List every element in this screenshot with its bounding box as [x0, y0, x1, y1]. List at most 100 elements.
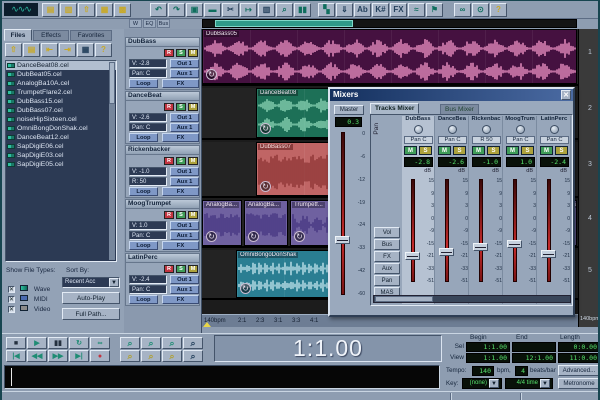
- output-button[interactable]: Out 1: [170, 59, 199, 68]
- solo-button[interactable]: S: [176, 157, 186, 165]
- stop-button[interactable]: ■: [6, 337, 26, 349]
- sel-begin-field[interactable]: 1:1.00: [466, 342, 510, 352]
- video-checkbox[interactable]: ✕: [8, 306, 15, 313]
- fx-button[interactable]: FX: [162, 187, 199, 196]
- pause-tool-button[interactable]: ▮▮: [294, 3, 311, 17]
- full-path-button[interactable]: Full Path...: [62, 308, 120, 320]
- fader-handle[interactable]: [439, 248, 454, 256]
- scrollbar-thumb[interactable]: [215, 20, 353, 27]
- record-arm-button[interactable]: R: [164, 49, 174, 57]
- drop-button[interactable]: ⇓: [336, 3, 353, 17]
- undo-button[interactable]: ↶: [150, 3, 167, 17]
- folder-up-button[interactable]: ⇧: [5, 43, 22, 57]
- pan-value[interactable]: Pan: C: [129, 285, 167, 294]
- loop-button[interactable]: Loop: [129, 79, 158, 88]
- marker-flag-button[interactable]: ⚑: [426, 3, 443, 17]
- file-item[interactable]: DubBass07.cel: [6, 106, 116, 115]
- fader-track[interactable]: [445, 179, 449, 282]
- fx-button[interactable]: FX: [162, 295, 199, 304]
- fx-button[interactable]: FX: [162, 133, 199, 142]
- steps-button[interactable]: ▚: [318, 3, 335, 17]
- record-arm-button[interactable]: R: [164, 157, 174, 165]
- solo-button[interactable]: S: [555, 146, 568, 155]
- tab-files[interactable]: Files: [4, 29, 32, 41]
- audio-ab-button[interactable]: Ab: [354, 3, 371, 17]
- meter-button[interactable]: ▥: [258, 3, 275, 17]
- folder-open-button[interactable]: ▤: [23, 43, 40, 57]
- view-end-field[interactable]: 12:1.00: [512, 353, 556, 363]
- loop-button[interactable]: Loop: [129, 241, 158, 250]
- fader-handle[interactable]: [507, 240, 522, 248]
- rack-button-vol[interactable]: Vol: [374, 227, 400, 238]
- scrollbar-thumb[interactable]: [375, 296, 433, 302]
- clip-view-button[interactable]: ▬: [204, 3, 221, 17]
- record-arm-button[interactable]: R: [164, 211, 174, 219]
- metronome-button[interactable]: Metronome: [558, 378, 600, 389]
- clock-button[interactable]: ⊙: [472, 3, 489, 17]
- file-item[interactable]: SapDigiE06.cel: [6, 142, 116, 151]
- zoom-fit-button[interactable]: ⌕: [183, 350, 203, 362]
- advanced-button[interactable]: Advanced...: [558, 365, 600, 376]
- output-button[interactable]: Out 1: [170, 167, 199, 176]
- solo-button[interactable]: S: [176, 265, 186, 273]
- play-button[interactable]: ▶: [27, 337, 47, 349]
- pan-value[interactable]: Pan C: [438, 136, 467, 144]
- dropdown-arrow-icon[interactable]: ▼: [540, 379, 550, 388]
- aux-button[interactable]: Aux 1: [170, 285, 199, 294]
- file-list-scrollbar[interactable]: [109, 62, 115, 260]
- loop-button[interactable]: ↻: [69, 337, 89, 349]
- envelope-button[interactable]: ≈: [408, 3, 425, 17]
- file-item[interactable]: OmniBongDonShak.cel: [6, 124, 116, 133]
- zoom-all-button[interactable]: ⌕: [162, 350, 182, 362]
- audio-clip[interactable]: DubBass05 ↻: [202, 29, 577, 84]
- scrollbar-thumb[interactable]: [109, 62, 115, 104]
- sync-button[interactable]: ∞: [454, 3, 471, 17]
- sel-length-field[interactable]: 0:0.00: [558, 342, 600, 352]
- track-name[interactable]: MoogTrumpet: [126, 200, 199, 209]
- go-end-button[interactable]: ▶|: [69, 350, 89, 362]
- import-right-button[interactable]: ⇥: [59, 43, 76, 57]
- cut-button[interactable]: ✂: [222, 3, 239, 17]
- solo-button[interactable]: S: [176, 211, 186, 219]
- close-icon[interactable]: ✕: [561, 90, 571, 100]
- audio-clip[interactable]: OmniBongoDonShak ↻: [236, 250, 340, 298]
- volume-value[interactable]: V: 1.0: [129, 221, 167, 230]
- pan-knob[interactable]: [414, 125, 423, 134]
- mute-button[interactable]: M: [188, 103, 198, 111]
- open-file-button[interactable]: ▥: [60, 3, 77, 17]
- aux-button[interactable]: Aux 1: [170, 69, 199, 78]
- rewind-button[interactable]: ◀◀: [27, 350, 47, 362]
- volume-value[interactable]: V: -2.6: [129, 113, 167, 122]
- zoom-selection-button[interactable]: ⌕: [183, 337, 203, 349]
- song-overview-navigator[interactable]: [4, 365, 440, 389]
- track-view-tab-eq[interactable]: EQ: [143, 19, 156, 28]
- key-dropdown[interactable]: (none) ▼: [462, 378, 502, 389]
- track-view-tab-bus[interactable]: Bus: [157, 19, 170, 28]
- pan-knob[interactable]: [516, 125, 525, 134]
- mixer-titlebar[interactable]: Mixers ✕: [330, 89, 573, 101]
- solo-button[interactable]: S: [521, 146, 534, 155]
- fx-button[interactable]: FX: [162, 79, 199, 88]
- key-map-button[interactable]: K#: [372, 3, 389, 17]
- track-view-tab-w[interactable]: W: [129, 19, 142, 28]
- pan-value[interactable]: Pan: C: [129, 231, 167, 240]
- file-item[interactable]: AnalogBa10A.cel: [6, 79, 116, 88]
- solo-button[interactable]: S: [487, 146, 500, 155]
- ruler-now-marker[interactable]: [203, 322, 211, 327]
- fx-button[interactable]: FX: [162, 241, 199, 250]
- file-item[interactable]: DubBeat05.cel: [6, 70, 116, 79]
- redo-button[interactable]: ↷: [168, 3, 185, 17]
- tab-tracks-mixer[interactable]: Tracks Mixer: [370, 103, 419, 114]
- pan-value[interactable]: Pan C: [506, 136, 535, 144]
- fader-track[interactable]: [513, 179, 517, 282]
- record-arm-button[interactable]: R: [164, 103, 174, 111]
- rack-button-pan[interactable]: Pan: [374, 275, 400, 286]
- solo-button[interactable]: S: [453, 146, 466, 155]
- fader-handle[interactable]: [541, 250, 556, 258]
- extract-audio-button[interactable]: ⇧: [78, 3, 95, 17]
- audio-clip[interactable]: AnalogBa... ↻: [202, 200, 242, 246]
- new-file-button[interactable]: ▤: [42, 3, 59, 17]
- tempo-field[interactable]: 140: [472, 366, 494, 376]
- save-button[interactable]: ▦: [96, 3, 113, 17]
- track-name[interactable]: DubBass: [126, 38, 199, 47]
